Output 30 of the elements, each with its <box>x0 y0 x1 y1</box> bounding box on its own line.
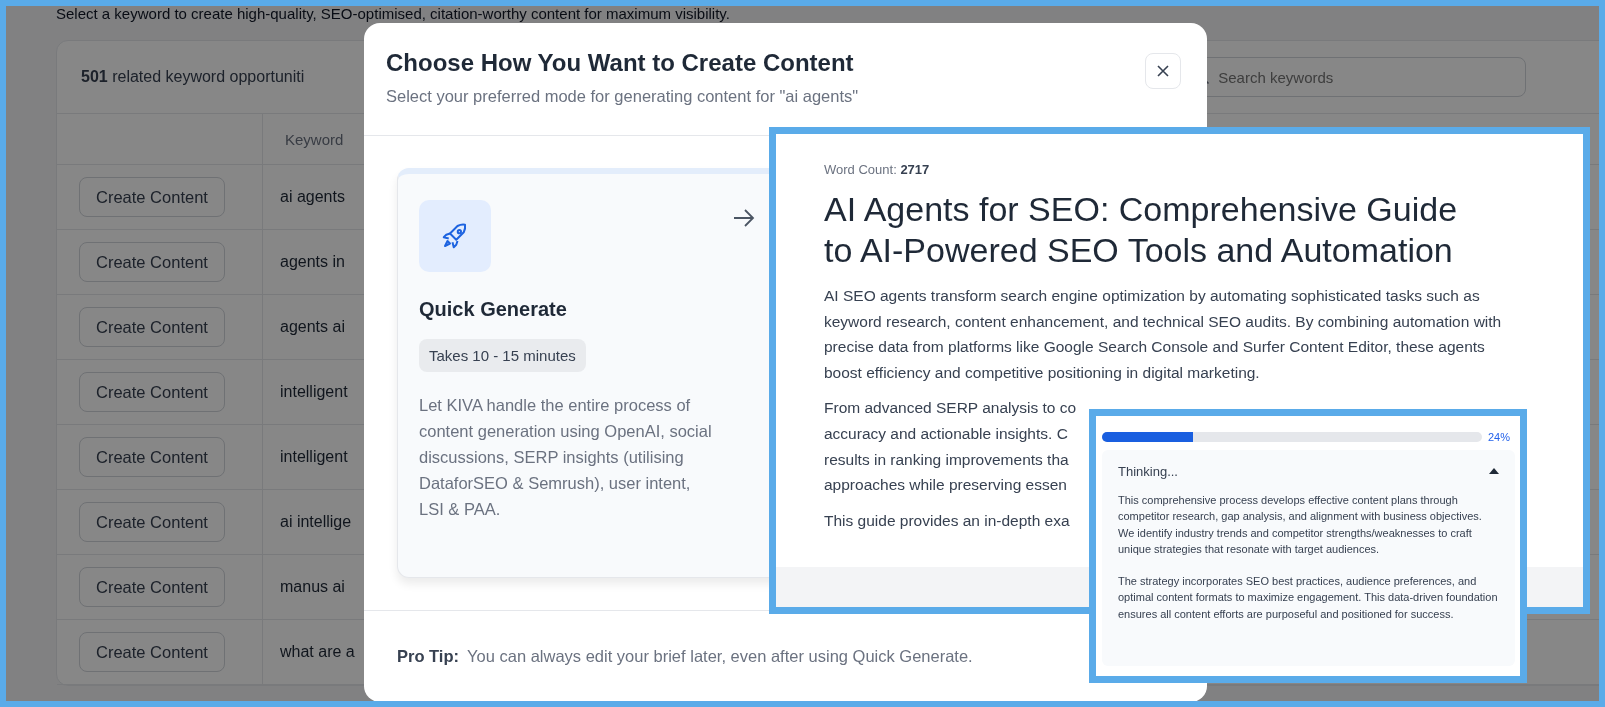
article-text-line: results in ranking improvements tha <box>824 449 1069 470</box>
keyword-count: 501 related keyword opportuniti <box>81 68 305 86</box>
create-content-button[interactable]: Create Content <box>79 242 225 282</box>
tip-text: You can always edit your brief later, even after using Quick Generate. <box>467 647 973 666</box>
create-content-button[interactable]: Create Content <box>79 502 225 542</box>
create-content-button[interactable]: Create Content <box>79 372 225 412</box>
close-icon <box>1156 64 1170 78</box>
thinking-title: Thinking... <box>1118 463 1178 479</box>
create-content-button[interactable]: Create Content <box>79 632 225 672</box>
create-content-button[interactable]: Create Content <box>79 307 225 347</box>
create-content-button[interactable]: Create Content <box>79 567 225 607</box>
thinking-paragraph: This comprehensive process develops effective content plans through competitor research, gap analysis, and alignment with business objectives. We identify industry trends and competitor strengths/weaknesses to craft unique strategies that resonate with target audiences. <box>1118 493 1483 557</box>
caret-up-icon[interactable] <box>1489 468 1499 474</box>
duration-tag: Takes 10 - 15 minutes <box>419 339 586 372</box>
close-button[interactable] <box>1145 53 1181 89</box>
create-content-button[interactable]: Create Content <box>79 437 225 477</box>
thinking-paragraph: The strategy incorporates SEO best practices, audience preferences, and optimal content formats to maximize engagement. This data-driven foundation ensures all content efforts are purposeful and positioned for success. <box>1118 574 1499 622</box>
page-intro: Select a keyword to create high-quality, SEO-optimised, citation-worthy content for maximum visibility. <box>56 6 731 22</box>
create-content-button[interactable]: Create Content <box>79 177 225 217</box>
progress-percent: 24% <box>1488 431 1511 443</box>
dialog-title: Choose How You Want to Create Content <box>386 49 855 77</box>
tip-label: Pro Tip: <box>397 647 460 666</box>
arrow-right-icon <box>732 208 756 228</box>
word-count: Word Count: 2717 <box>824 162 931 177</box>
option-title: Quick Generate <box>419 298 568 321</box>
rocket-icon <box>419 200 491 272</box>
article-text-line: From advanced SERP analysis to co <box>824 398 1077 419</box>
article-text-line: This guide provides an in-depth exa <box>824 510 1070 531</box>
dialog-subtitle: Select your preferred mode for generating content for "ai agents" <box>386 87 859 106</box>
article-text-line: accuracy and actionable insights. C <box>824 423 1068 444</box>
